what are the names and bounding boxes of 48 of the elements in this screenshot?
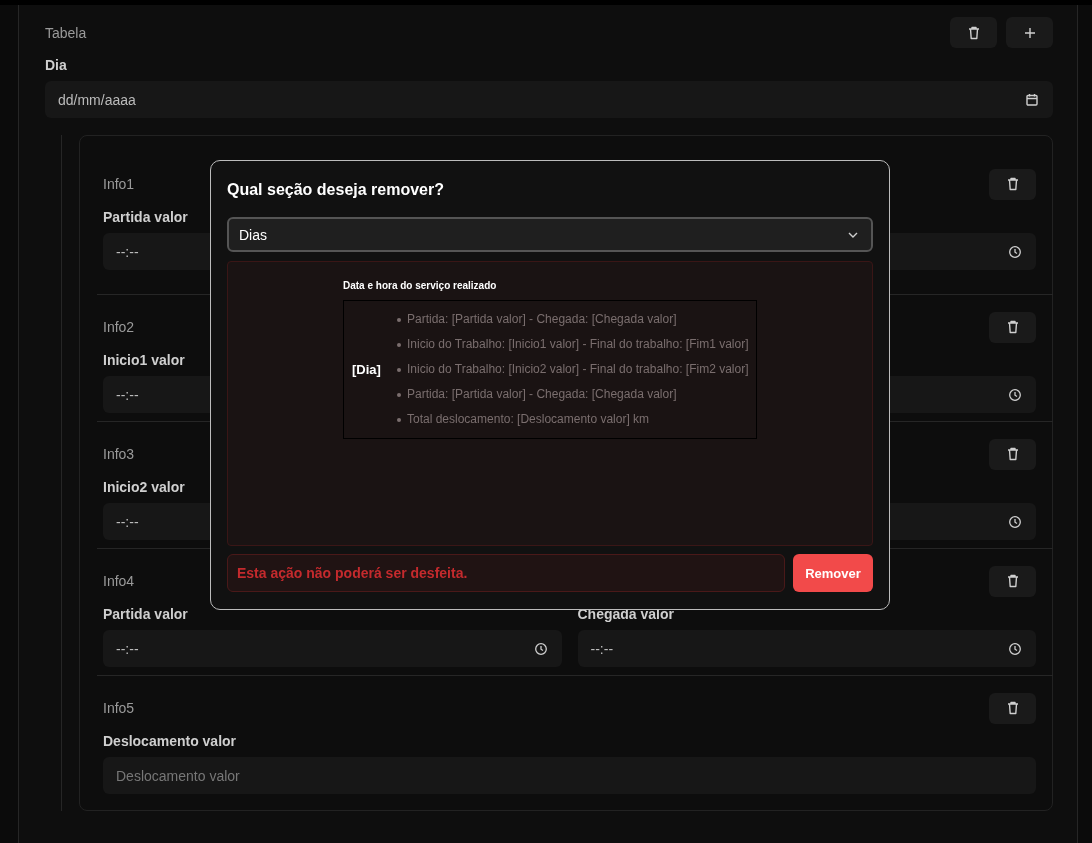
field-label: Inicio2 valor — [103, 479, 185, 496]
time-placeholder: --:-- — [116, 386, 139, 403]
list-item: Partida: [Partida valor] - Chegada: [Chegada valor] — [397, 382, 749, 407]
remove-button[interactable]: Remover — [793, 554, 873, 592]
clock-icon — [1007, 243, 1023, 260]
field-label: Chegada valor — [577, 606, 674, 623]
time-field[interactable]: --:-- — [577, 630, 1036, 667]
section-title: Info2 — [103, 319, 135, 335]
list-item: Inicio do Trabalho: [Inicio2 valor] - Final do trabalho: [Fim2 valor] — [397, 357, 749, 382]
field-label: Deslocamento valor — [103, 733, 237, 750]
add-button[interactable] — [1006, 17, 1053, 48]
date-placeholder: dd/mm/aaaa — [58, 91, 136, 108]
dialog-title: Qual seção deseja remover? — [227, 181, 445, 199]
time-placeholder: --:-- — [116, 243, 139, 260]
field-label: Dia — [45, 57, 67, 74]
time-placeholder: --:-- — [590, 640, 614, 657]
text-field[interactable]: Deslocamento valor — [103, 757, 1036, 794]
delete-button[interactable] — [950, 17, 997, 48]
date-field[interactable]: dd/mm/aaaa — [45, 81, 1053, 118]
clock-icon — [1007, 513, 1023, 530]
time-placeholder: --:-- — [116, 513, 139, 530]
section-title: Info3 — [103, 446, 135, 462]
section-title: Info4 — [103, 573, 135, 589]
clock-icon — [532, 640, 549, 657]
section-select[interactable]: Dias — [227, 217, 873, 252]
field-label: Inicio1 valor — [103, 352, 185, 369]
section-title: Info5 — [103, 700, 135, 716]
clock-icon — [1007, 386, 1023, 403]
section-title: Tabela — [45, 24, 87, 41]
delete-button[interactable] — [989, 311, 1036, 343]
clock-icon — [1007, 640, 1023, 657]
delete-button[interactable] — [989, 565, 1036, 597]
calendar-icon — [1024, 91, 1040, 108]
delete-button[interactable] — [989, 438, 1036, 470]
section-title: Info1 — [103, 176, 135, 192]
preview-heading: Data e hora do serviço realizado — [343, 280, 498, 291]
delete-button[interactable] — [989, 692, 1036, 724]
day-cell-text: [Dia] — [352, 362, 382, 377]
select-value: Dias — [239, 226, 267, 243]
time-placeholder: --:-- — [116, 640, 139, 657]
list-item: Inicio do Trabalho: [Inicio1 valor] - Final do trabalho: [Fim1 valor] — [397, 332, 749, 357]
delete-button[interactable] — [989, 168, 1036, 200]
warning-message: Esta ação não poderá ser desfeita. — [227, 554, 785, 592]
time-field[interactable]: --:-- — [103, 630, 562, 667]
list-item: Partida: [Partida valor] - Chegada: [Chegada valor] — [397, 307, 749, 332]
list-item: Total deslocamento: [Deslocamento valor] km — [397, 407, 749, 432]
field-label: Partida valor — [103, 606, 188, 623]
field-label: Partida valor — [103, 209, 188, 226]
